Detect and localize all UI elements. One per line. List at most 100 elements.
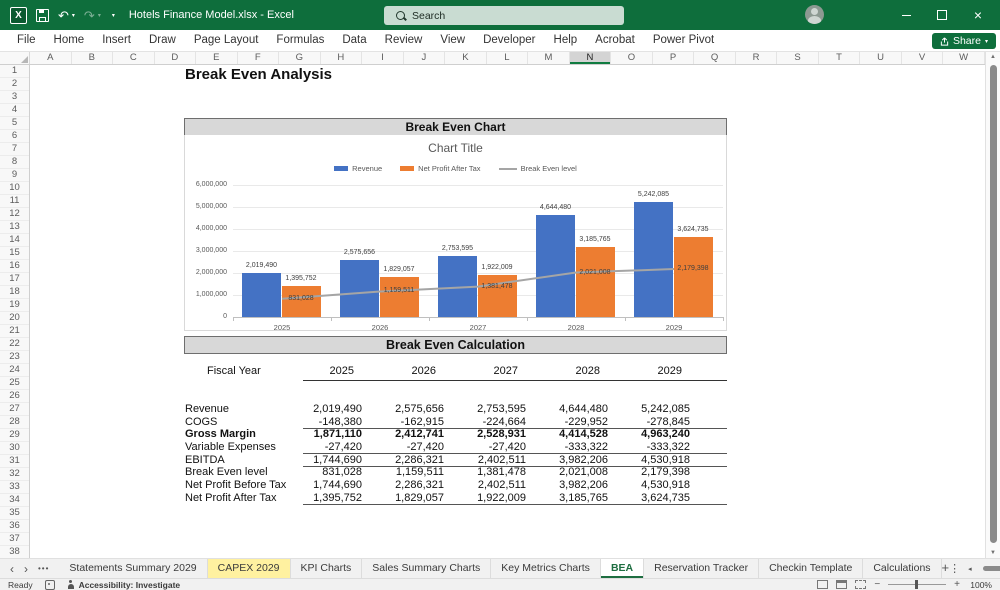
row-header-5[interactable]: 5: [0, 117, 29, 130]
table-cell[interactable]: 2,412,741: [362, 428, 444, 440]
table-cell[interactable]: -333,322: [608, 441, 690, 453]
table-cell[interactable]: -162,915: [362, 416, 444, 428]
row-header-11[interactable]: 11: [0, 195, 29, 208]
table-cell[interactable]: 1,922,009: [444, 492, 526, 504]
table-cell[interactable]: -27,420: [444, 441, 526, 453]
row-header-24[interactable]: 24: [0, 364, 29, 377]
excel-logo-icon[interactable]: X: [10, 7, 27, 24]
revenue-bar-2029[interactable]: [634, 202, 673, 317]
macro-record-icon[interactable]: [45, 580, 55, 590]
zoom-slider[interactable]: [888, 584, 946, 585]
table-cell[interactable]: 2,528,931: [444, 428, 526, 440]
table-cell[interactable]: 2,402,511: [444, 479, 526, 491]
hscroll-left-icon[interactable]: ◂: [968, 565, 972, 573]
row-header-18[interactable]: 18: [0, 286, 29, 299]
column-header-V[interactable]: V: [902, 52, 944, 64]
break-even-chart[interactable]: Chart Title RevenueNet Profit After TaxB…: [184, 135, 727, 331]
column-header-M[interactable]: M: [528, 52, 570, 64]
ribbon-tab-insert[interactable]: Insert: [93, 30, 140, 51]
row-header-16[interactable]: 16: [0, 260, 29, 273]
row-header-38[interactable]: 38: [0, 546, 29, 558]
vertical-scrollbar[interactable]: ▲ ▼: [985, 52, 1000, 558]
sheet-tab-calculations[interactable]: Calculations: [863, 559, 941, 578]
row-header-33[interactable]: 33: [0, 481, 29, 494]
table-cell[interactable]: 2,021,008: [526, 466, 608, 478]
column-header-H[interactable]: H: [321, 52, 363, 64]
row-header-20[interactable]: 20: [0, 312, 29, 325]
column-header-L[interactable]: L: [487, 52, 529, 64]
column-header-B[interactable]: B: [72, 52, 114, 64]
column-header-S[interactable]: S: [777, 52, 819, 64]
row-header-23[interactable]: 23: [0, 351, 29, 364]
sheet-tab-checkin-template[interactable]: Checkin Template: [759, 559, 863, 578]
table-cell[interactable]: 4,963,240: [608, 428, 690, 440]
undo-icon[interactable]: ↶: [58, 9, 69, 22]
scroll-down-icon[interactable]: ▼: [986, 550, 1000, 556]
tabbar-more-icon[interactable]: ⋮: [949, 562, 960, 575]
worksheet-canvas[interactable]: Break Even Analysis Break Even Chart Cha…: [30, 65, 985, 558]
column-header-D[interactable]: D: [155, 52, 197, 64]
table-cell[interactable]: 4,414,528: [526, 428, 608, 440]
table-cell[interactable]: 3,982,206: [526, 479, 608, 491]
save-icon[interactable]: [36, 9, 49, 22]
profit-bar-2029[interactable]: [674, 237, 713, 317]
search-box[interactable]: Search: [384, 6, 624, 25]
row-header-10[interactable]: 10: [0, 182, 29, 195]
table-cell[interactable]: 2,179,398: [608, 466, 690, 478]
column-header-K[interactable]: K: [445, 52, 487, 64]
column-header-A[interactable]: A: [30, 52, 72, 64]
column-header-F[interactable]: F: [238, 52, 280, 64]
ribbon-tab-developer[interactable]: Developer: [474, 30, 544, 51]
table-cell[interactable]: 3,624,735: [608, 492, 690, 504]
ribbon-tab-file[interactable]: File: [8, 30, 45, 51]
row-header-26[interactable]: 26: [0, 390, 29, 403]
column-header-N[interactable]: N: [570, 52, 612, 64]
restore-button[interactable]: [926, 0, 958, 30]
table-cell[interactable]: -27,420: [280, 441, 362, 453]
row-header-4[interactable]: 4: [0, 104, 29, 117]
column-header-T[interactable]: T: [819, 52, 861, 64]
row-header-27[interactable]: 27: [0, 403, 29, 416]
zoom-out-icon[interactable]: −: [874, 580, 880, 590]
column-header-R[interactable]: R: [736, 52, 778, 64]
ribbon-tab-help[interactable]: Help: [545, 30, 587, 51]
column-header-W[interactable]: W: [943, 52, 985, 64]
table-cell[interactable]: 2,402,511: [444, 454, 526, 466]
profit-bar-2028[interactable]: [576, 247, 615, 317]
table-cell[interactable]: -224,664: [444, 416, 526, 428]
row-header-9[interactable]: 9: [0, 169, 29, 182]
column-header-P[interactable]: P: [653, 52, 695, 64]
column-header-U[interactable]: U: [860, 52, 902, 64]
row-header-2[interactable]: 2: [0, 78, 29, 91]
tab-list-icon[interactable]: •••: [38, 564, 49, 573]
row-header-1[interactable]: 1: [0, 65, 29, 78]
sheet-tab-key-metrics-charts[interactable]: Key Metrics Charts: [491, 559, 601, 578]
tab-nav-left-icon[interactable]: ‹: [10, 562, 14, 576]
row-header-21[interactable]: 21: [0, 325, 29, 338]
column-header-Q[interactable]: Q: [694, 52, 736, 64]
table-cell[interactable]: 1,871,110: [280, 428, 362, 440]
row-header-34[interactable]: 34: [0, 494, 29, 507]
ribbon-tab-power-pivot[interactable]: Power Pivot: [644, 30, 723, 51]
row-header-30[interactable]: 30: [0, 442, 29, 455]
horizontal-scroll-thumb[interactable]: [983, 566, 1000, 571]
table-cell[interactable]: 1,381,478: [444, 466, 526, 478]
table-cell[interactable]: 3,982,206: [526, 454, 608, 466]
zoom-slider-thumb[interactable]: [915, 580, 918, 589]
avatar[interactable]: [805, 5, 824, 24]
table-cell[interactable]: -27,420: [362, 441, 444, 453]
row-header-15[interactable]: 15: [0, 247, 29, 260]
table-cell[interactable]: 2,575,656: [362, 403, 444, 415]
zoom-level[interactable]: 100%: [968, 580, 992, 590]
column-header-E[interactable]: E: [196, 52, 238, 64]
add-sheet-button[interactable]: +: [942, 559, 950, 578]
vertical-scroll-thumb[interactable]: [990, 65, 997, 543]
page-break-view-icon[interactable]: [855, 580, 866, 589]
row-header-8[interactable]: 8: [0, 156, 29, 169]
row-header-25[interactable]: 25: [0, 377, 29, 390]
sheet-tab-reservation-tracker[interactable]: Reservation Tracker: [644, 559, 759, 578]
row-header-37[interactable]: 37: [0, 533, 29, 546]
row-header-35[interactable]: 35: [0, 507, 29, 520]
row-header-14[interactable]: 14: [0, 234, 29, 247]
revenue-bar-2028[interactable]: [536, 215, 575, 317]
